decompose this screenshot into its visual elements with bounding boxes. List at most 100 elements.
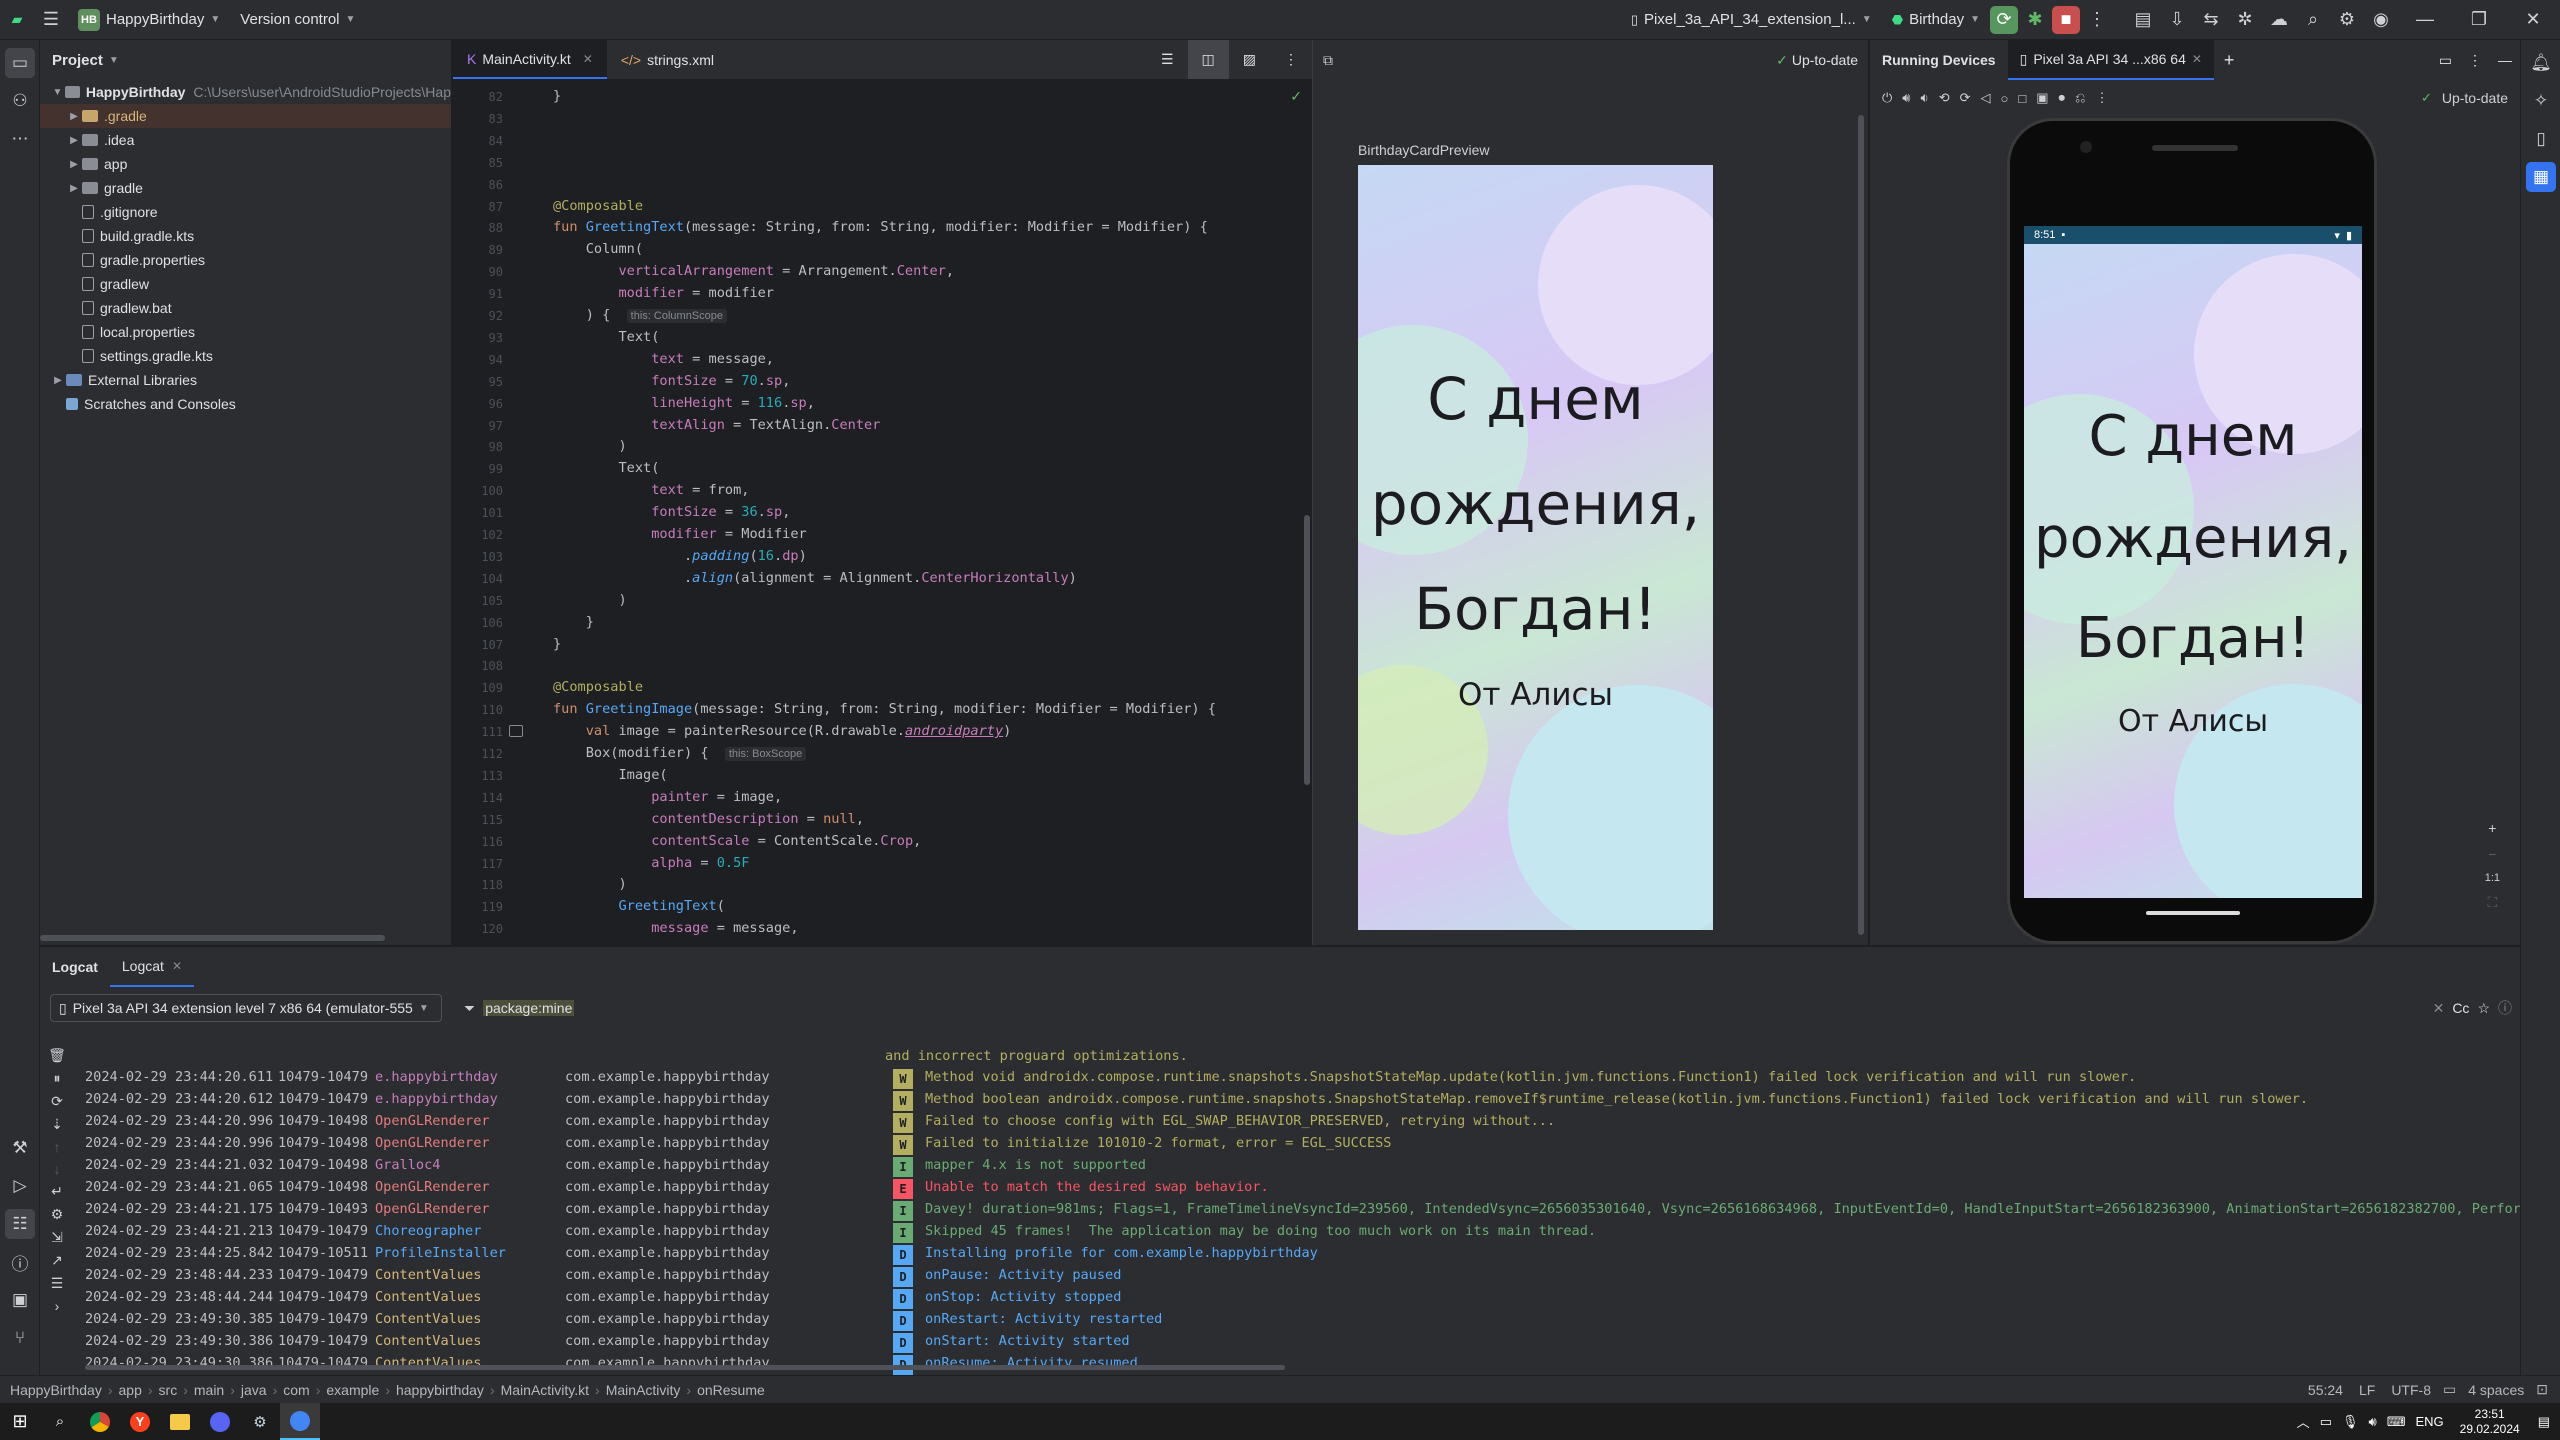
log-rows[interactable]: 2024-02-29 23:44:20.611 10479-10479 e.happ… [40, 947, 2520, 1377]
input-language[interactable]: ENG [2415, 1414, 2443, 1429]
rerun-button[interactable]: ⟳ [1990, 5, 2018, 34]
more-icon[interactable]: ⋮ [1270, 40, 1312, 79]
split-view-icon[interactable]: ◫ [1187, 40, 1229, 79]
snapshot-icon[interactable]: ⎌ [2075, 90, 2085, 106]
design-view-icon[interactable]: ▨ [1229, 40, 1270, 79]
search-icon[interactable]: ⌕ [2296, 3, 2330, 37]
tab-mainactivity[interactable]: K MainActivity.kt ✕ [453, 40, 607, 79]
home-icon[interactable]: ○ [2001, 91, 2009, 106]
horizontal-scrollbar[interactable] [85, 1365, 1285, 1370]
zoom-actual-button[interactable]: 1:1 [2485, 872, 2500, 884]
debug-icon[interactable]: ✱ [2018, 3, 2052, 37]
close-icon[interactable]: ✕ [2192, 52, 2202, 66]
breadcrumb-item[interactable]: example [326, 1382, 379, 1398]
breadcrumb-item[interactable]: app [119, 1382, 142, 1398]
volume-down-icon[interactable]: 🔉︎ [1921, 90, 1929, 106]
tree-scratches[interactable]: Scratches and Consoles [40, 392, 451, 416]
resource-manager-icon[interactable]: ⚇ [5, 86, 35, 116]
more-tools-icon[interactable]: ⋯ [5, 124, 35, 154]
android-studio-taskbar-icon[interactable] [280, 1403, 320, 1440]
network-icon[interactable]: ▭ [2320, 1414, 2332, 1430]
caret-position[interactable]: 55:24 [2308, 1382, 2343, 1398]
breadcrumb-item[interactable]: happybirthday [396, 1382, 484, 1398]
vertical-scrollbar[interactable] [1304, 515, 1310, 785]
notifications-icon[interactable]: 🔔︎ [2526, 48, 2556, 78]
tree-external-libraries[interactable]: ▶ External Libraries [40, 368, 451, 392]
tree-item-gradle[interactable]: ▶ .gradle [40, 104, 451, 128]
project-selector[interactable]: HB HappyBirthday ▼ [68, 0, 230, 40]
zoom-fit-icon[interactable]: ⛶ [2487, 894, 2497, 911]
notification-center-icon[interactable]: ▤ [2538, 1414, 2550, 1430]
main-menu-icon[interactable]: ☰ [34, 3, 68, 37]
code-view-icon[interactable]: ☰ [1147, 40, 1188, 79]
windows-start-icon[interactable]: ⊞ [0, 1403, 40, 1440]
preview-layout-icon[interactable]: ⧉ [1323, 52, 1333, 69]
more-icon[interactable]: ⋮ [2080, 3, 2114, 37]
sdk-manager-icon[interactable]: ⇩ [2160, 3, 2194, 37]
image-gutter-icon[interactable] [509, 725, 523, 738]
account-icon[interactable]: ◉ [2364, 3, 2398, 37]
build-icon[interactable]: ⚒ [5, 1133, 35, 1163]
tree-item-gradlew-bat[interactable]: gradlew.bat [40, 296, 451, 320]
line-separator[interactable]: LF [2359, 1382, 2375, 1398]
tree-item-gradle[interactable]: ▶ gradle [40, 176, 451, 200]
device-manager-icon[interactable]: ▤ [2126, 3, 2160, 37]
breadcrumb-item[interactable]: src [159, 1382, 178, 1398]
vertical-scrollbar[interactable] [1858, 115, 1864, 935]
gemini-icon[interactable]: ✧ [2526, 86, 2556, 116]
git-icon[interactable]: ⑂ [5, 1323, 35, 1353]
run-icon[interactable]: ▷ [5, 1171, 35, 1201]
chrome-icon[interactable] [80, 1403, 120, 1440]
tree-root[interactable]: ▼ HappyBirthday C:\Users\user\AndroidStu… [40, 80, 451, 104]
yandex-browser-icon[interactable]: Y [120, 1403, 160, 1440]
tree-item-idea[interactable]: ▶ .idea [40, 128, 451, 152]
breadcrumb-item[interactable]: main [194, 1382, 224, 1398]
tree-item-build-gradle-kts[interactable]: build.gradle.kts [40, 224, 451, 248]
power-icon[interactable]: ⏻ [1882, 90, 1892, 106]
zoom-out-icon[interactable]: − [2488, 846, 2496, 862]
close-icon[interactable]: ✕ [583, 52, 593, 66]
chevron-up-icon[interactable]: ︿ [2297, 1412, 2310, 1431]
extended-controls-icon[interactable]: ⋮ [2095, 90, 2108, 106]
volume-up-icon[interactable]: 🔊︎ [1902, 90, 1910, 106]
lock-icon[interactable]: ⊡ [2536, 1381, 2548, 1398]
add-device-icon[interactable]: + [2214, 40, 2245, 80]
keyboard-icon[interactable]: ⌨ [2387, 1414, 2406, 1430]
tree-item-app[interactable]: ▶ app [40, 152, 451, 176]
sync-gradle-icon[interactable]: ⇆ [2194, 3, 2228, 37]
screenshot-icon[interactable]: ▣ [2036, 90, 2048, 106]
code-area[interactable]: 82} 83 84 85 86 87 @Composable 88 fun GreetingTe… [453, 80, 1313, 945]
run-config-selector[interactable]: ⬣ Birthday ▼ [1882, 0, 1990, 40]
tree-item-gradlew[interactable]: gradlew [40, 272, 451, 296]
file-explorer-icon[interactable] [160, 1403, 200, 1440]
window-options-icon[interactable]: ▭ [2431, 40, 2460, 80]
breadcrumb-item[interactable]: com [283, 1382, 309, 1398]
tree-item-local-properties[interactable]: local.properties [40, 320, 451, 344]
minimize-icon[interactable]: — [2398, 3, 2452, 37]
device-selector[interactable]: ▯ Pixel_3a_API_34_extension_l... ▼ [1621, 0, 1882, 40]
indent-setting[interactable]: 4 spaces [2468, 1382, 2524, 1398]
close-icon[interactable]: ✕ [2506, 3, 2560, 37]
steam-icon[interactable]: ⚙ [240, 1403, 280, 1440]
code-with-me-icon[interactable]: ☁ [2262, 3, 2296, 37]
vcs-selector[interactable]: Version control ▼ [230, 0, 365, 40]
rotate-left-icon[interactable]: ⟲ [1939, 90, 1950, 106]
search-icon[interactable]: ⌕ [40, 1403, 80, 1440]
emulator-screen[interactable]: 8:51 ▪ ▾ ▮ С днем рождения, Богдан! От А… [2024, 226, 2362, 898]
screenrecord-icon[interactable]: ⏺ [2059, 90, 2066, 106]
overview-icon[interactable]: □ [2018, 91, 2026, 106]
birthday-card-preview[interactable]: С днем рождения, Богдан! От Алисы [1358, 165, 1713, 930]
more-icon[interactable]: ⋮ [2460, 40, 2490, 80]
microphone-icon[interactable]: 🎙︎ [2342, 1414, 2359, 1430]
gear-icon[interactable]: ⚙ [2330, 3, 2364, 37]
zoom-in-icon[interactable]: + [2488, 820, 2496, 836]
plugins-icon[interactable]: ✲ [2228, 3, 2262, 37]
clock[interactable]: 23:51 29.02.2024 [2460, 1407, 2520, 1437]
logcat-icon[interactable]: ☷ [5, 1209, 35, 1239]
back-icon[interactable]: ◁ [1981, 90, 1991, 106]
discord-icon[interactable] [200, 1403, 240, 1440]
tree-item-gitignore[interactable]: .gitignore [40, 200, 451, 224]
breadcrumb-item[interactable]: onResume [697, 1382, 765, 1398]
volume-icon[interactable]: 🔊︎ [2369, 1414, 2377, 1430]
project-folder-icon[interactable]: ▭ [5, 48, 35, 78]
